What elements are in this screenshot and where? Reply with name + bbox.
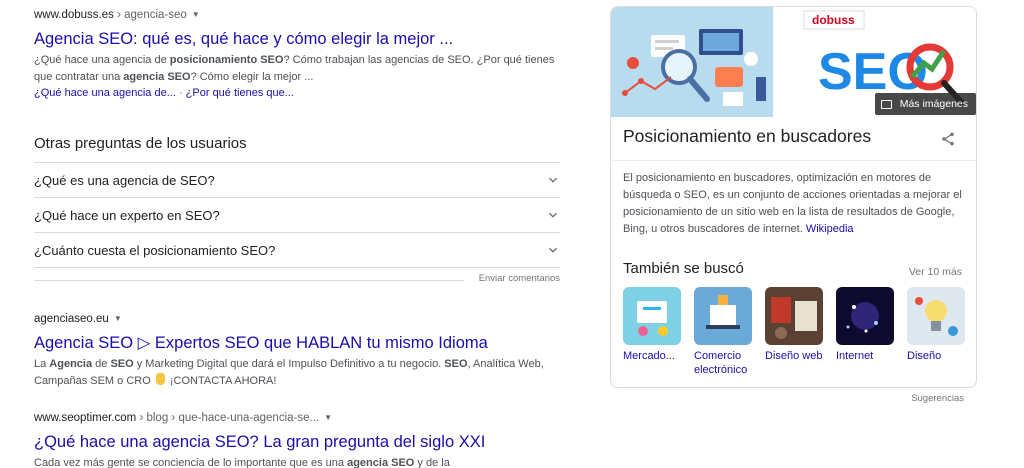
related-thumbnail <box>623 287 681 345</box>
sitelink[interactable]: ¿Por qué tienes que... <box>186 87 294 99</box>
divider <box>34 280 464 281</box>
suggestions-link[interactable]: Sugerencias <box>911 393 964 404</box>
paa-question[interactable]: ¿Cuánto cuesta el posicionamiento SEO? <box>34 233 560 268</box>
result-url[interactable]: www.seoptimer.com › blog › que-hace-una-… <box>34 411 574 426</box>
related-search-item[interactable]: Comercio electrónico <box>694 287 754 377</box>
related-search-item[interactable]: Diseño web <box>765 287 825 363</box>
share-icon[interactable] <box>940 131 956 147</box>
panel-title: Posicionamiento en buscadores <box>623 126 872 146</box>
sitelink[interactable]: ¿Qué hace una agencia de... <box>34 87 176 99</box>
search-result: www.seoptimer.com › blog › que-hace-una-… <box>34 411 574 468</box>
paa-question[interactable]: ¿Qué hace un experto en SEO? <box>34 198 560 233</box>
paa-heading: Otras preguntas de los usuarios <box>34 135 247 152</box>
result-url[interactable]: agenciaseo.eu ▼ <box>34 312 574 327</box>
divider <box>611 160 976 161</box>
search-result: www.dobuss.es › agencia-seo ▼ Agencia SEO… <box>34 8 574 101</box>
paa-question[interactable]: ¿Qué es una agencia de SEO? <box>34 163 560 198</box>
brand-logo: dobuss <box>812 13 855 27</box>
chevron-down-icon[interactable]: ▼ <box>192 8 200 22</box>
chevron-down-icon[interactable]: ▼ <box>324 411 332 425</box>
seo-illustration-image[interactable] <box>611 7 773 117</box>
image-strip[interactable]: dobuss SEO Más imágenes <box>611 7 976 117</box>
people-also-ask: Otras preguntas de los usuarios ¿Qué es … <box>34 134 560 284</box>
result-url[interactable]: www.dobuss.es › agencia-seo ▼ <box>34 8 574 23</box>
see-more-link[interactable]: Ver 10 más <box>909 266 962 278</box>
image-icon <box>880 99 892 109</box>
result-snippet: Cada vez más gente se conciencia de lo i… <box>34 457 450 468</box>
search-result: agenciaseo.eu ▼ Agencia SEO ▷ Expertos SE… <box>34 312 574 390</box>
panel-description: El posicionamiento en buscadores, optimi… <box>623 172 962 235</box>
chevron-down-icon <box>549 247 557 253</box>
result-snippet: ¿Qué hace una agencia de posicionamiento… <box>34 54 555 83</box>
result-title-link[interactable]: Agencia SEO ▷ Expertos SEO que HABLAN tu… <box>34 332 574 354</box>
related-thumbnail <box>907 287 965 345</box>
chevron-down-icon <box>549 212 557 218</box>
also-searched-heading: También se buscó <box>623 260 744 277</box>
related-thumbnail <box>694 287 752 345</box>
wikipedia-link[interactable]: Wikipedia <box>806 223 854 235</box>
related-search-item[interactable]: Diseño <box>907 287 967 363</box>
result-title-link[interactable]: ¿Qué hace una agencia SEO? La gran pregu… <box>34 431 574 453</box>
related-thumbnail <box>765 287 823 345</box>
chevron-down-icon <box>549 177 557 183</box>
related-thumbnail <box>836 287 894 345</box>
send-feedback-link[interactable]: Enviar comentarios <box>479 273 560 284</box>
result-title-link[interactable]: Agencia SEO: qué es, qué hace y cómo ele… <box>34 28 574 50</box>
knowledge-panel: dobuss SEO Más imágenes Posicionamiento … <box>610 6 977 388</box>
result-snippet: La Agencia de SEO y Marketing Digital qu… <box>34 358 544 387</box>
chevron-down-icon[interactable]: ▼ <box>114 312 122 326</box>
more-images-button[interactable]: Más imágenes <box>874 93 976 115</box>
result-sitelinks: ¿Qué hace una agencia de... · ¿Por qué t… <box>34 87 294 99</box>
related-search-item[interactable]: Internet <box>836 287 896 363</box>
related-search-item[interactable]: Mercado... <box>623 287 683 363</box>
